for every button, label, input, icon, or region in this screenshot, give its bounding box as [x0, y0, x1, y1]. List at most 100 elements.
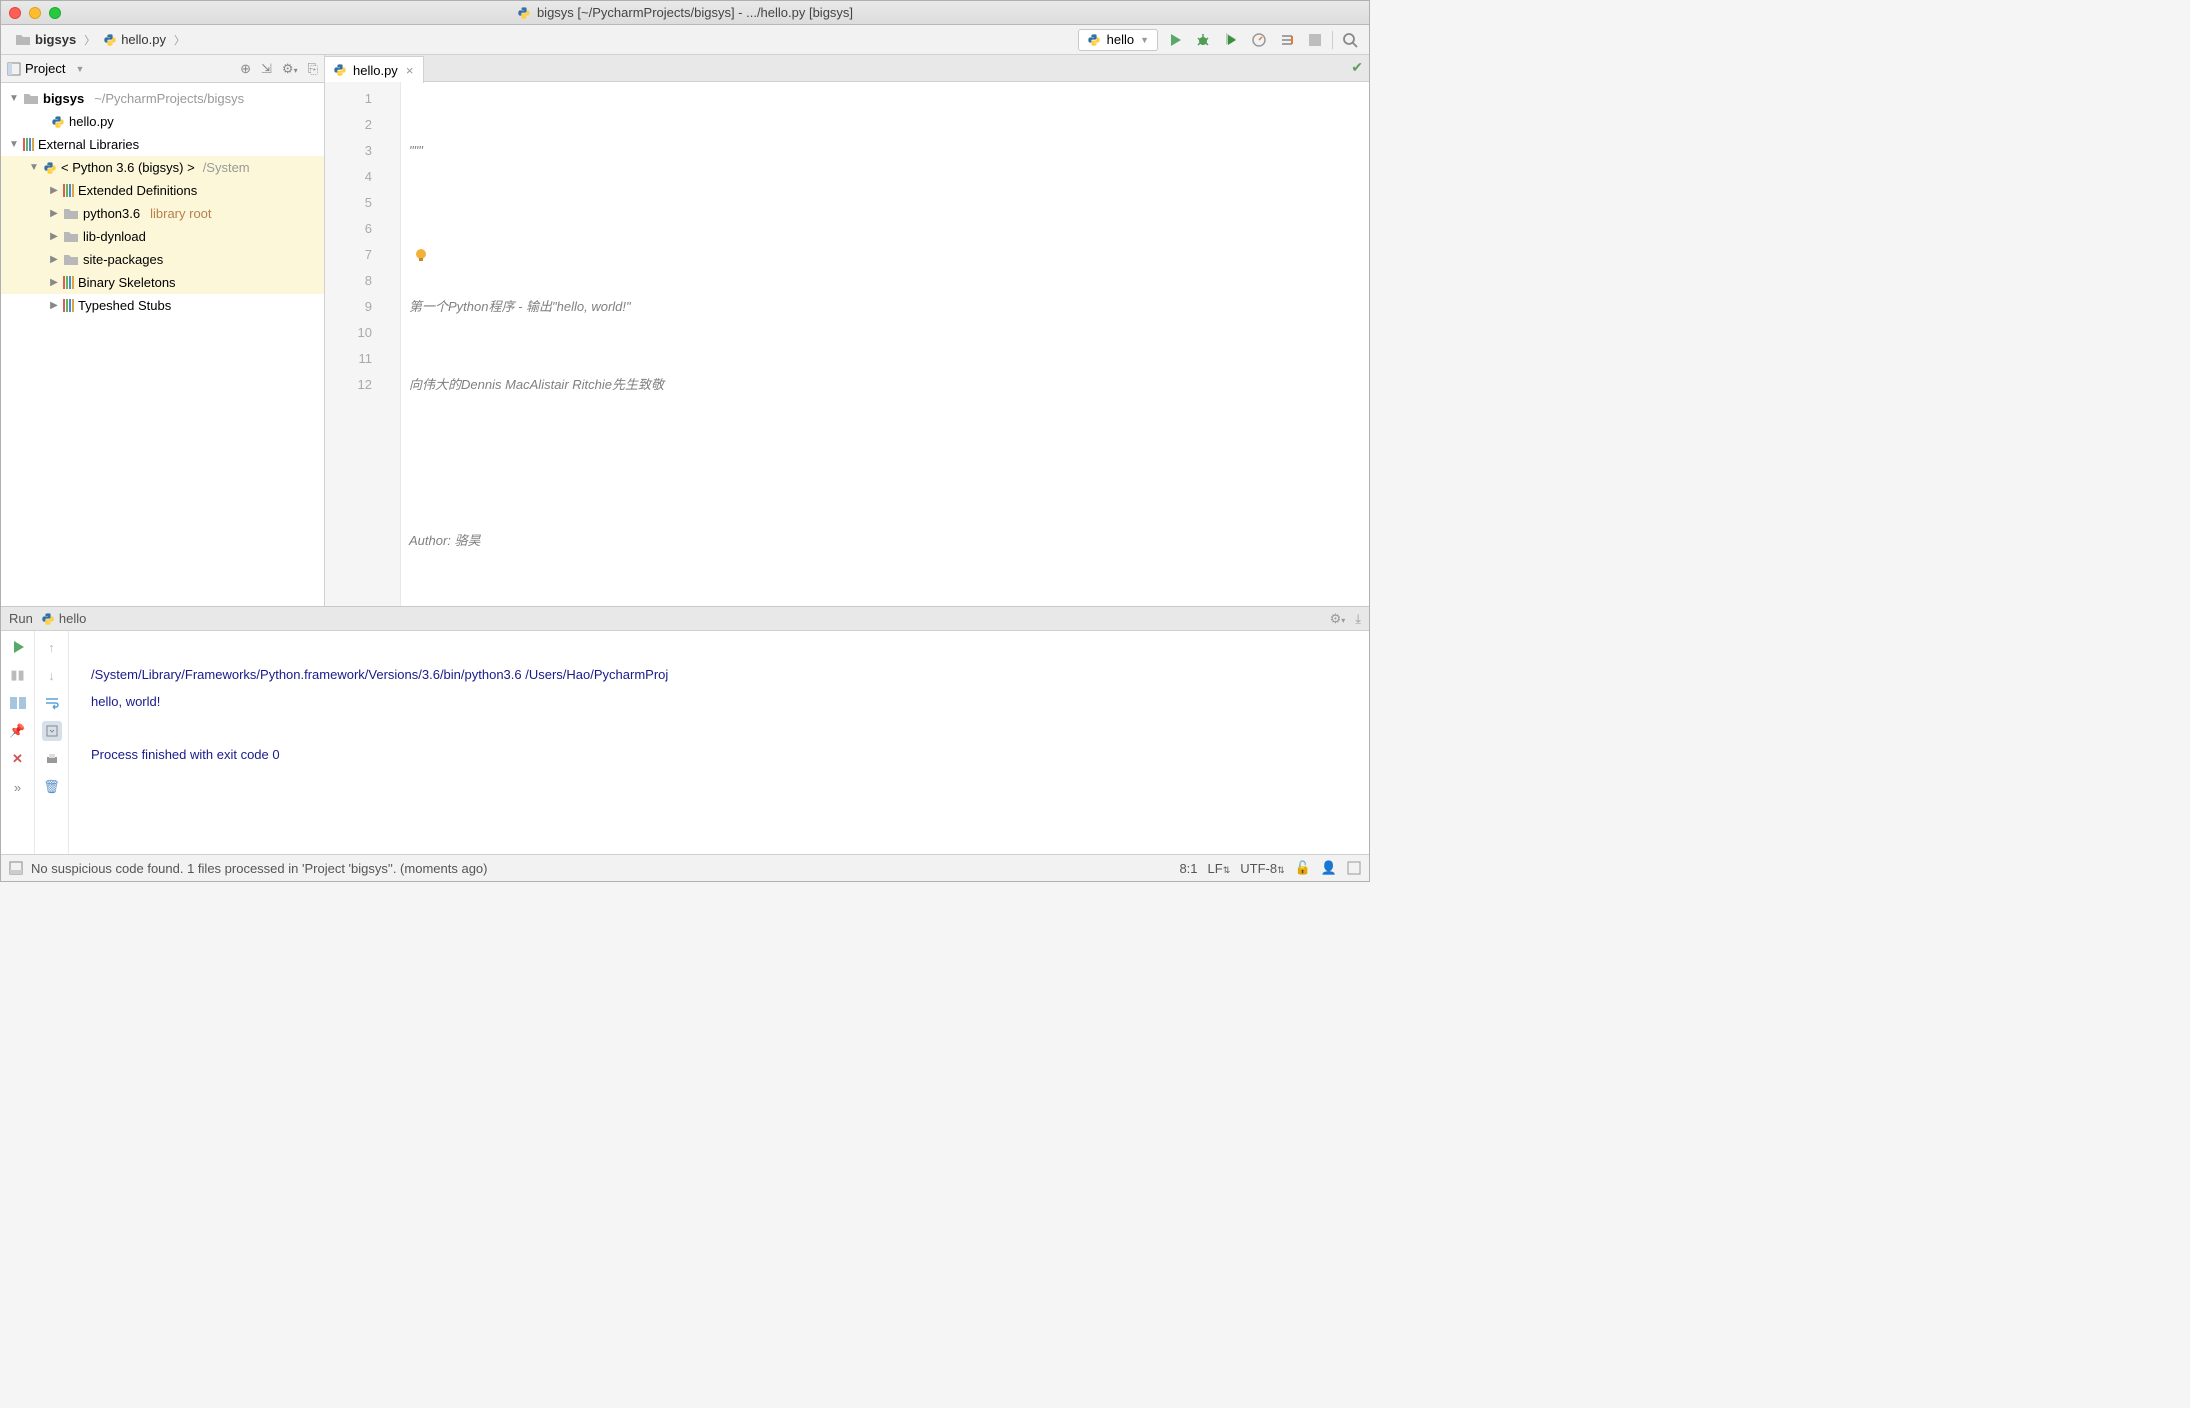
- download-icon[interactable]: ⤓: [1355, 611, 1361, 627]
- layout-button[interactable]: [8, 693, 28, 713]
- close-button[interactable]: ✕: [8, 749, 28, 769]
- run-output[interactable]: /System/Library/Frameworks/Python.framew…: [71, 631, 1369, 854]
- arrow-right-icon[interactable]: ▶: [49, 185, 59, 196]
- scroll-button[interactable]: [42, 721, 62, 741]
- sidebar-title-group[interactable]: Project ▼: [7, 61, 84, 76]
- concurrency-button[interactable]: [1276, 29, 1298, 51]
- chevron-down-icon: ▼: [1140, 35, 1149, 45]
- stop-button[interactable]: [1304, 29, 1326, 51]
- arrow-right-icon[interactable]: ▶: [49, 231, 59, 242]
- arrow-down-icon[interactable]: ▼: [29, 162, 39, 173]
- breadcrumbs: bigsys 〉 hello.py 〉: [9, 30, 185, 49]
- lock-icon[interactable]: 🔓: [1295, 860, 1311, 876]
- debug-button[interactable]: [1192, 29, 1214, 51]
- line-number: 3: [325, 138, 372, 164]
- breadcrumb-project[interactable]: bigsys: [9, 30, 82, 49]
- caret-position[interactable]: 8:1: [1179, 861, 1197, 876]
- editor-tabs: hello.py × ✔: [325, 55, 1369, 82]
- output-line: Process finished with exit code 0: [91, 747, 280, 762]
- breadcrumb-file[interactable]: hello.py: [97, 30, 172, 49]
- collapse-icon[interactable]: ⇲: [261, 61, 272, 77]
- more-button[interactable]: »: [8, 777, 28, 797]
- tree-node[interactable]: ▶ site-packages: [1, 248, 324, 271]
- tree-root[interactable]: ▼ bigsys ~/PycharmProjects/bigsys: [1, 87, 324, 110]
- tree-python-sdk[interactable]: ▼ < Python 3.6 (bigsys) > /System: [1, 156, 324, 179]
- down-button[interactable]: ↓: [42, 665, 62, 685]
- close-tab-button[interactable]: ×: [404, 63, 416, 78]
- project-view-icon: [7, 62, 21, 76]
- project-tree[interactable]: ▼ bigsys ~/PycharmProjects/bigsys hello.…: [1, 83, 324, 606]
- editor-tab[interactable]: hello.py ×: [325, 56, 424, 83]
- editor: hello.py × ✔ 1 2 3 4 5 6 7 8 9 10 11 12 …: [325, 55, 1369, 606]
- up-button[interactable]: ↑: [42, 637, 62, 657]
- target-icon[interactable]: ⊕: [240, 61, 251, 77]
- tree-label: < Python 3.6 (bigsys) >: [61, 160, 195, 175]
- maximize-window-button[interactable]: [49, 7, 61, 19]
- line-number: 11: [325, 346, 372, 372]
- wrap-button[interactable]: [42, 693, 62, 713]
- tree-file[interactable]: hello.py: [1, 110, 324, 133]
- line-number: 2: [325, 112, 372, 138]
- arrow-right-icon[interactable]: ▶: [49, 208, 59, 219]
- tree-node[interactable]: ▶ Typeshed Stubs: [1, 294, 324, 317]
- close-window-button[interactable]: [9, 7, 21, 19]
- arrow-right-icon[interactable]: ▶: [49, 254, 59, 265]
- arrow-down-icon[interactable]: ▼: [9, 139, 19, 150]
- line-number: 7: [325, 242, 372, 268]
- encoding[interactable]: UTF-8⇅: [1240, 861, 1284, 876]
- arrow-right-icon[interactable]: ▶: [49, 300, 59, 311]
- profile-button[interactable]: [1248, 29, 1270, 51]
- hector-icon[interactable]: 👤: [1321, 860, 1337, 876]
- tree-label-suffix: /System: [203, 160, 250, 175]
- inspection-ok-icon[interactable]: ✔: [1351, 59, 1363, 76]
- tree-node[interactable]: ▶ python3.6 library root: [1, 202, 324, 225]
- main-content: Project ▼ ⊕ ⇲ ⚙▾ ⎘ ▼ bigsys ~/PycharmPro…: [1, 55, 1369, 606]
- titlebar: bigsys [~/PycharmProjects/bigsys] - .../…: [1, 1, 1369, 25]
- pause-button[interactable]: ▮▮: [8, 665, 28, 685]
- code-token: Author: 骆昊: [409, 533, 481, 548]
- run-panel: Run hello ⚙▾ ⤓ ▮▮ 📌 ✕ » ↑ ↓: [1, 606, 1369, 854]
- arrow-down-icon[interactable]: ▼: [9, 93, 19, 104]
- titlebar-title: bigsys [~/PycharmProjects/bigsys] - .../…: [517, 5, 853, 20]
- search-button[interactable]: [1339, 29, 1361, 51]
- tab-label: hello.py: [353, 63, 398, 78]
- output-line: hello, world!: [91, 694, 160, 709]
- minimize-window-button[interactable]: [29, 7, 41, 19]
- tree-root-name: bigsys: [43, 91, 84, 106]
- sidebar-title: Project: [25, 61, 65, 76]
- run-config-selector[interactable]: hello ▼: [1078, 29, 1158, 51]
- print-button[interactable]: [42, 749, 62, 769]
- gutter: 1 2 3 4 5 6 7 8 9 10 11 12: [325, 82, 401, 606]
- tree-node[interactable]: ▶ lib-dynload: [1, 225, 324, 248]
- tree-label: Binary Skeletons: [78, 275, 176, 290]
- library-icon: [63, 299, 74, 312]
- run-button[interactable]: [1164, 29, 1186, 51]
- gear-icon[interactable]: ⚙▾: [282, 61, 298, 77]
- status-icon[interactable]: [9, 861, 23, 875]
- tree-label: site-packages: [83, 252, 163, 267]
- breadcrumb-label: bigsys: [35, 32, 76, 47]
- hide-icon[interactable]: ⎘: [308, 61, 318, 77]
- tree-node[interactable]: ▶ Binary Skeletons: [1, 271, 324, 294]
- code-area[interactable]: 1 2 3 4 5 6 7 8 9 10 11 12 """ 第一个Python…: [325, 82, 1369, 606]
- tree-node[interactable]: ▶ Extended Definitions: [1, 179, 324, 202]
- trash-button[interactable]: 🗑: [42, 777, 62, 797]
- python-icon: [51, 115, 65, 129]
- memory-icon[interactable]: [1347, 861, 1361, 875]
- folder-icon: [63, 253, 79, 266]
- gear-icon[interactable]: ⚙▾: [1330, 611, 1346, 627]
- line-number: 10: [325, 320, 372, 346]
- arrow-right-icon[interactable]: ▶: [49, 277, 59, 288]
- tree-file-name: hello.py: [69, 114, 114, 129]
- folder-icon: [63, 207, 79, 220]
- line-number: 4: [325, 164, 372, 190]
- code-text[interactable]: """ 第一个Python程序 - 输出"hello, world!" 向伟大的…: [401, 82, 1369, 606]
- coverage-button[interactable]: [1220, 29, 1242, 51]
- breadcrumb-label: hello.py: [121, 32, 166, 47]
- line-separator[interactable]: LF⇅: [1208, 861, 1231, 876]
- rerun-button[interactable]: [8, 637, 28, 657]
- tree-external-libraries[interactable]: ▼ External Libraries: [1, 133, 324, 156]
- pin-button[interactable]: 📌: [8, 721, 28, 741]
- bulb-icon[interactable]: [414, 248, 428, 262]
- line-number: 9: [325, 294, 372, 320]
